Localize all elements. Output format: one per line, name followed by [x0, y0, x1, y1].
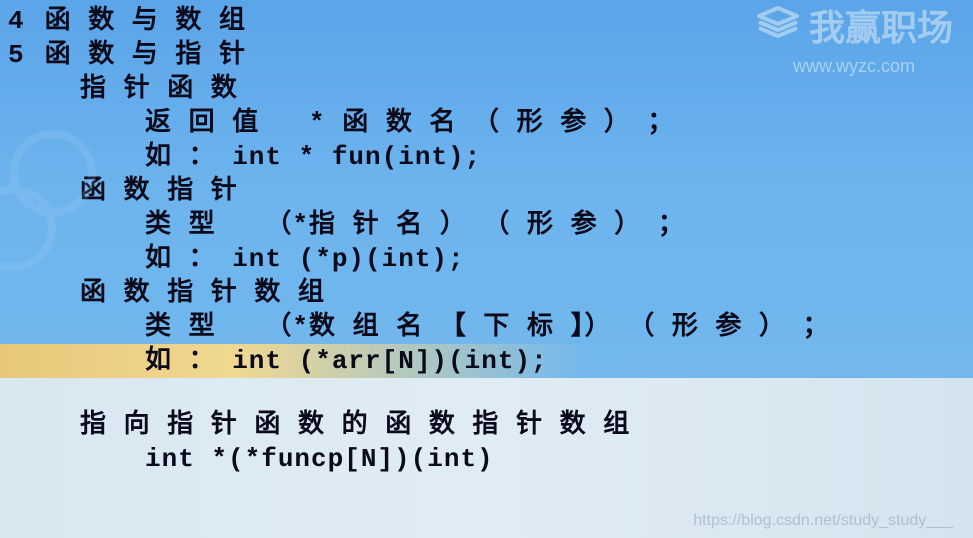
- source-url: https://blog.csdn.net/study_study___: [693, 512, 953, 530]
- code-area-top: 我赢职场 www.wyzc.com 4 函 数 与 数 组 5 函 数 与 指 …: [0, 0, 973, 378]
- code-line: 指 针 函 数: [0, 72, 973, 106]
- decorative-flower: [0, 130, 150, 310]
- code-editor[interactable]: 我赢职场 www.wyzc.com 4 函 数 与 数 组 5 函 数 与 指 …: [0, 0, 973, 538]
- code-area-bottom: 指 向 指 针 函 数 的 函 数 指 针 数 组 int *(*funcp[N…: [0, 378, 973, 538]
- watermark-brand: 我赢职场: [809, 10, 953, 46]
- code-line: 指 向 指 针 函 数 的 函 数 指 针 数 组: [0, 408, 973, 442]
- book-icon: [755, 2, 801, 54]
- code-line: int *(*funcp[N])(int): [0, 442, 973, 476]
- code-line: 类 型 （*数 组 名 【 下 标 】） （ 形 参 ） ；: [0, 310, 973, 344]
- watermark-logo-area: 我赢职场 www.wyzc.com: [755, 2, 953, 77]
- watermark-url: www.wyzc.com: [755, 56, 953, 77]
- code-line-highlighted: 如 ： int (*arr[N])(int);: [0, 344, 973, 378]
